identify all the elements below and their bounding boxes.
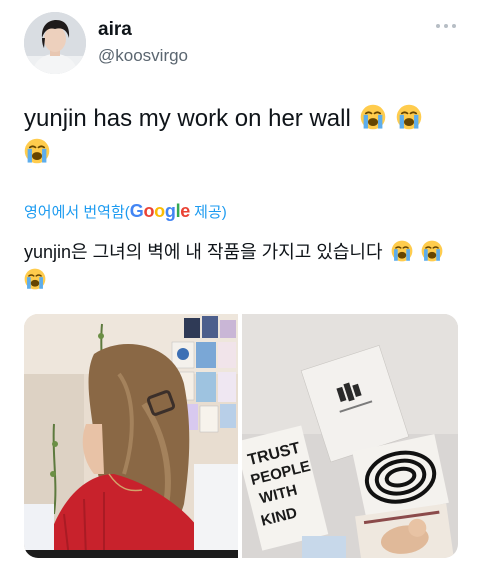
loudly-crying-face-emoji-icon: [421, 240, 442, 262]
photo-wall-art-closeup-icon: TRUST PEOPLE WITH KIND: [242, 314, 458, 558]
loudly-crying-face-emoji-icon: [24, 268, 46, 290]
loudly-crying-face-emoji-icon: [391, 240, 412, 262]
photo-girl-by-wall-icon: [24, 314, 238, 558]
translated-by-label: 제공): [190, 204, 227, 221]
translated-text: yunjin은 그녀의 벽에 내 작품을 가지고 있습니다: [24, 238, 460, 294]
display-name[interactable]: aira: [98, 18, 188, 42]
loudly-crying-face-emoji-icon: [361, 104, 386, 130]
media-image-1[interactable]: [24, 314, 238, 558]
translated-text-content: yunjin은 그녀의 벽에 내 작품을 가지고 있습니다: [24, 242, 383, 262]
ellipsis-icon[interactable]: [436, 22, 458, 30]
loudly-crying-face-emoji-icon: [24, 138, 50, 164]
google-logo: Google: [129, 201, 191, 221]
tweet-media: TRUST PEOPLE WITH KIND: [24, 314, 458, 558]
loudly-crying-face-emoji-icon: [396, 104, 422, 130]
tweet-text-content: yunjin has my work on her wall: [24, 105, 351, 132]
tweet-text: yunjin has my work on her wall: [24, 102, 454, 170]
avatar[interactable]: [24, 12, 86, 74]
user-handle[interactable]: @koosvirgo: [98, 44, 188, 68]
tweet-header: aira @koosvirgo: [24, 12, 464, 76]
media-image-2[interactable]: TRUST PEOPLE WITH KIND: [242, 314, 458, 558]
translated-from-label: 영어에서 번역함(: [24, 204, 130, 221]
profile-photo-icon: [24, 12, 86, 74]
translated-from-link[interactable]: 영어에서 번역함(Google 제공): [24, 200, 227, 224]
